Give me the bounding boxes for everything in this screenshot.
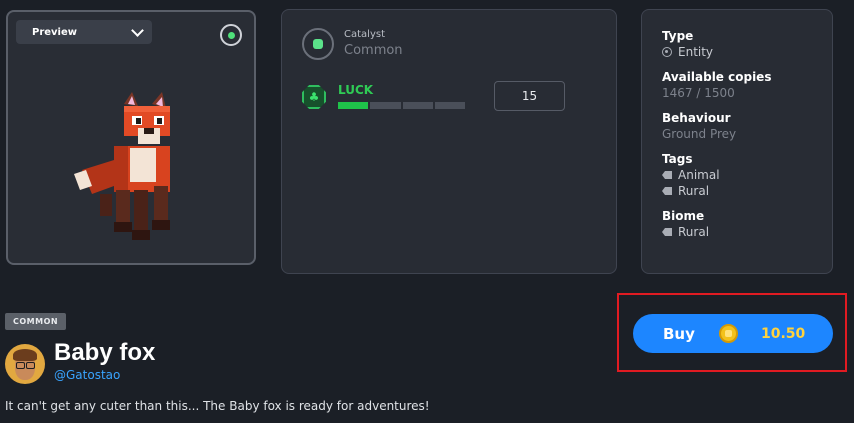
- luck-value-field[interactable]: 15: [494, 81, 565, 111]
- item-title: Baby fox: [54, 339, 156, 366]
- clover-icon: ♣: [302, 85, 326, 109]
- creator-avatar[interactable]: [5, 344, 45, 384]
- coin-icon: [719, 324, 738, 343]
- status-dot-icon: [227, 31, 235, 39]
- buy-button[interactable]: Buy 10.50: [633, 314, 833, 353]
- preview-select-label: Preview: [32, 26, 78, 38]
- tag-label: Animal: [678, 168, 720, 182]
- biome-label: Biome: [662, 209, 705, 223]
- biome-section: Biome Rural: [662, 208, 832, 240]
- preview-toggle-button[interactable]: [220, 24, 242, 46]
- preview-mode-select[interactable]: Preview: [16, 20, 152, 44]
- entity-icon: [662, 47, 672, 57]
- type-label: Type: [662, 29, 694, 43]
- catalyst-gem-icon: [313, 39, 323, 49]
- luck-bar-segment: [338, 102, 369, 109]
- catalyst-panel: Catalyst Common ♣ LUCK 15: [281, 9, 617, 274]
- tag-item[interactable]: Rural: [662, 183, 832, 199]
- luck-bar-segment: [402, 102, 433, 109]
- biome-value: Rural: [678, 225, 710, 239]
- behaviour-value: Ground Prey: [662, 127, 737, 141]
- type-row: Entity: [662, 44, 832, 60]
- behaviour-label: Behaviour: [662, 111, 731, 125]
- tag-icon: [662, 171, 672, 179]
- tags-section: Tags Animal Rural: [662, 151, 832, 199]
- behaviour-section: Behaviour Ground Prey: [662, 110, 832, 142]
- chevron-down-icon: [131, 23, 144, 37]
- biome-item[interactable]: Rural: [662, 224, 832, 240]
- preview-panel: Preview: [6, 10, 256, 265]
- copies-section: Available copies 1467 / 1500: [662, 69, 832, 101]
- catalyst-slot-button[interactable]: [302, 28, 334, 60]
- avatar-glasses: [16, 362, 25, 369]
- tag-label: Rural: [678, 184, 710, 198]
- tag-icon: [662, 228, 672, 236]
- copies-value: 1467 / 1500: [662, 86, 735, 100]
- luck-label: LUCK: [338, 83, 374, 97]
- catalyst-title: Catalyst: [344, 29, 385, 40]
- luck-bar-segment: [370, 102, 401, 109]
- avatar-glasses: [26, 362, 35, 369]
- tag-item[interactable]: Animal: [662, 167, 832, 183]
- catalyst-rarity: Common: [344, 43, 403, 58]
- rarity-badge: COMMON: [5, 313, 67, 330]
- creator-link[interactable]: @Gatostao: [54, 368, 120, 382]
- buy-label: Buy: [663, 324, 695, 343]
- fox-model-image: [74, 92, 170, 240]
- luck-bar-segment: [434, 102, 465, 109]
- info-panel: Type Entity Available copies 1467 / 1500…: [641, 9, 833, 274]
- type-section: Type Entity: [662, 28, 832, 60]
- type-value: Entity: [678, 45, 714, 59]
- avatar-hair: [13, 349, 37, 361]
- tag-icon: [662, 187, 672, 195]
- tags-label: Tags: [662, 152, 693, 166]
- item-description: It can't get any cuter than this... The …: [5, 399, 430, 413]
- price-value: 10.50: [761, 325, 806, 342]
- copies-label: Available copies: [662, 70, 772, 84]
- luck-progress-bar: [338, 102, 465, 109]
